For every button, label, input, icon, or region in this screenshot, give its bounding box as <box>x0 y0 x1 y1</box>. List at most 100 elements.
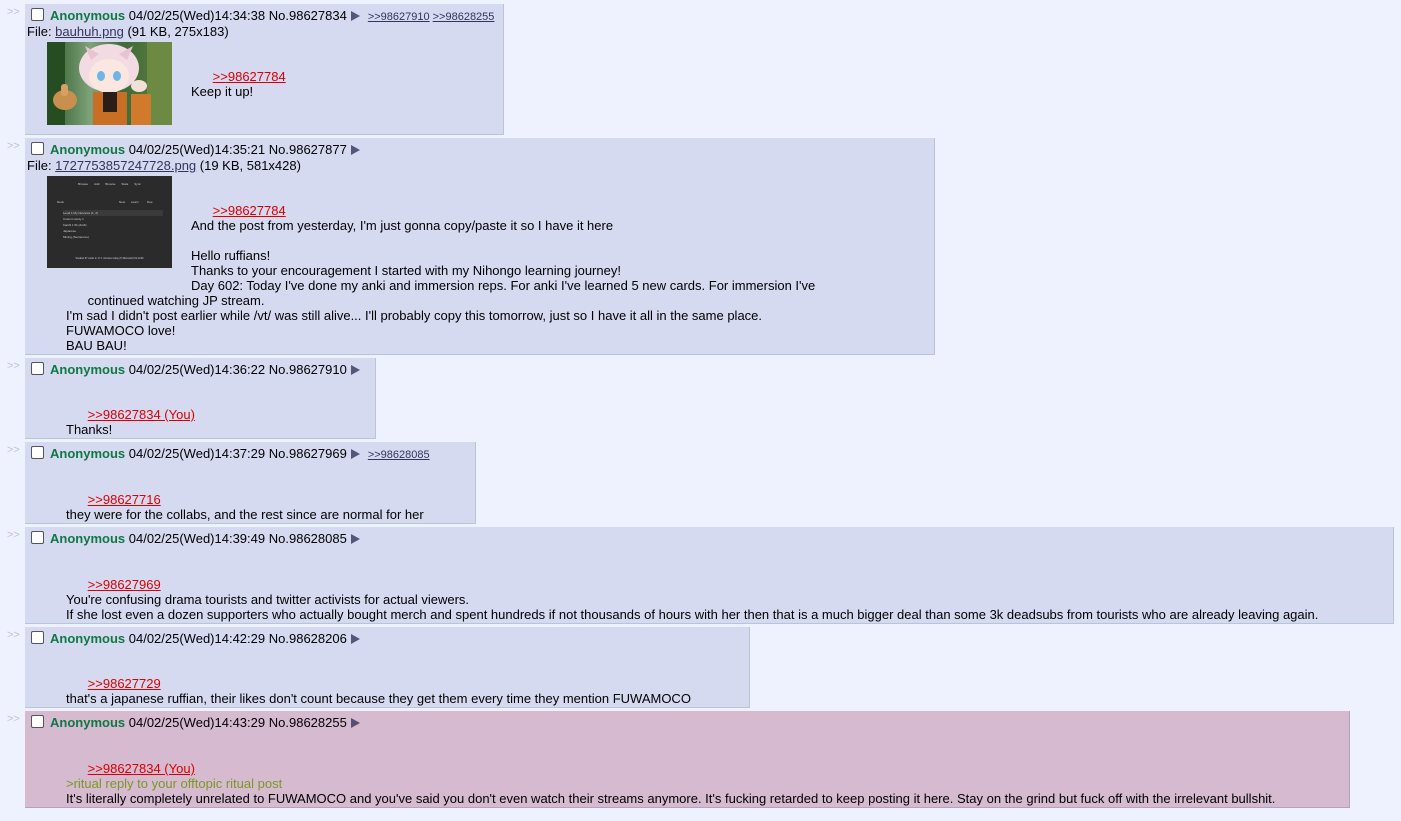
post-thumbnail[interactable]: Browse Add Browse Stats Sync Deck New Learn … <box>47 176 172 268</box>
post-datetime: 04/02/25(Wed)14:43:29 <box>128 715 266 730</box>
post-checkbox[interactable] <box>31 531 44 544</box>
thumb-footer: Studied 87 cards in 17.1 minutes today (… <box>75 257 144 260</box>
post-info: Anonymous 04/02/25(Wed)14:42:29 No.98628… <box>31 630 360 648</box>
post-number[interactable]: No.98627834 <box>269 8 347 23</box>
file-meta: (19 KB, 581x428) <box>196 158 301 173</box>
post-checkbox[interactable] <box>31 715 44 728</box>
post-text-line: that's a japanese ruffian, their likes d… <box>66 691 691 706</box>
side-arrow: >> <box>7 360 20 372</box>
post-menu-arrow-icon[interactable] <box>350 11 360 21</box>
backlink[interactable]: >>98628085 <box>368 449 430 461</box>
side-arrow: >> <box>7 629 20 641</box>
file-info: File: 1727753857247728.png (19 KB, 581x4… <box>27 158 301 173</box>
post-checkbox[interactable] <box>31 142 44 155</box>
thumb-deck-list: Level 1 My Nuances (1, 2) Custom study 1… <box>63 210 163 240</box>
post-thumbnail[interactable] <box>47 42 172 125</box>
poster-name: Anonymous <box>50 362 126 377</box>
quote-link[interactable]: >>98627716 <box>88 492 161 507</box>
post-info: Anonymous 04/02/25(Wed)14:37:29 No.98627… <box>31 445 430 464</box>
post-text-line: You're confusing drama tourists and twit… <box>66 592 470 607</box>
post-body: >>98627969 You're confusing drama tourist… <box>66 562 1318 637</box>
post-menu-arrow-icon[interactable] <box>350 145 360 155</box>
post-datetime: 04/02/25(Wed)14:35:21 <box>128 142 266 157</box>
post-datetime: 04/02/25(Wed)14:42:29 <box>128 631 266 646</box>
poster-name: Anonymous <box>50 446 126 461</box>
reply-box: Anonymous 04/02/25(Wed)14:39:49 No.98628… <box>25 527 1394 624</box>
thumb-col: Deck <box>57 200 64 204</box>
post-datetime: 04/02/25(Wed)14:37:29 <box>128 446 266 461</box>
post-datetime: 04/02/25(Wed)14:34:38 <box>128 8 266 23</box>
post-text-line: It's literally completely unrelated to F… <box>66 791 1276 806</box>
post-text-line: Keep it up! <box>191 84 254 99</box>
post-menu-arrow-icon[interactable] <box>350 449 360 459</box>
poster-name: Anonymous <box>50 631 126 646</box>
file-label: File: <box>27 158 56 173</box>
post-number[interactable]: No.98628206 <box>269 631 347 646</box>
post-text-line: Thanks to your encouragement I started w… <box>191 263 621 278</box>
poster-name: Anonymous <box>50 531 126 546</box>
post-datetime: 04/02/25(Wed)14:39:49 <box>128 531 266 546</box>
post-number[interactable]: No.98628255 <box>269 715 347 730</box>
post-text-line: If she lost even a dozen supporters who … <box>66 607 1319 622</box>
quote-link[interactable]: >>98627784 <box>213 203 286 218</box>
quote-link[interactable]: >>98627834 (You) <box>88 761 195 776</box>
reply-box: Anonymous 04/02/25(Wed)14:37:29 No.98627… <box>25 442 476 524</box>
backlink[interactable]: >>98628255 <box>433 11 495 23</box>
file-link[interactable]: bauhuh.png <box>55 24 124 39</box>
post-checkbox[interactable] <box>31 446 44 459</box>
poster-name: Anonymous <box>50 8 126 23</box>
post-body-wrap: continued watching JP stream. I'm sad I d… <box>66 278 906 368</box>
file-info: File: bauhuh.png (91 KB, 275x183) <box>27 24 229 39</box>
post-text-line: I'm sad I didn't post earlier while /vt/… <box>66 308 763 323</box>
post-body: >>98627834 (You) >ritual reply to your of… <box>66 746 1275 821</box>
post-menu-arrow-icon[interactable] <box>350 365 360 375</box>
thumb-menu-item: Stats <box>121 182 129 186</box>
post-info: Anonymous 04/02/25(Wed)14:35:21 No.98627… <box>31 141 360 159</box>
thumb-col: Learn <box>131 200 139 204</box>
post-checkbox[interactable] <box>31 8 44 21</box>
post-info: Anonymous 04/02/25(Wed)14:43:29 No.98628… <box>31 714 360 732</box>
post-number[interactable]: No.98627969 <box>269 446 347 461</box>
post-text-line: BAU BAU! <box>66 338 127 353</box>
quote-link[interactable]: >>98627729 <box>88 676 161 691</box>
quote-link[interactable]: >>98627784 <box>213 69 286 84</box>
quote-link[interactable]: >>98627969 <box>88 577 161 592</box>
reply-box: Anonymous 04/02/25(Wed)14:36:22 No.98627… <box>25 358 376 439</box>
thumb-menu-item: Browse <box>105 182 116 186</box>
post-checkbox[interactable] <box>31 362 44 375</box>
thumb-menu-item: Browse <box>78 182 89 186</box>
side-arrow: >> <box>7 529 20 541</box>
greentext-line: >ritual reply to your offtopic ritual po… <box>66 776 283 791</box>
post-text-line: FUWAMOCO love! <box>66 323 176 338</box>
post-text-line: Hello ruffians! <box>191 248 271 263</box>
post-datetime: 04/02/25(Wed)14:36:22 <box>128 362 266 377</box>
post-menu-arrow-icon[interactable] <box>350 534 360 544</box>
thumb-columns: Deck New Learn Due <box>57 200 157 204</box>
post-number[interactable]: No.98628085 <box>269 531 347 546</box>
poster-name: Anonymous <box>50 715 126 730</box>
reply-box-highlighted: Anonymous 04/02/25(Wed)14:43:29 No.98628… <box>25 711 1350 808</box>
post-number[interactable]: No.98627877 <box>269 142 347 157</box>
backlink[interactable]: >>98627910 <box>368 11 430 23</box>
file-meta: (91 KB, 275x183) <box>123 24 229 39</box>
post-number[interactable]: No.98627910 <box>269 362 347 377</box>
thumb-menu-item: Sync <box>134 182 141 186</box>
post-menu-arrow-icon[interactable] <box>350 634 360 644</box>
post-text-line: continued watching JP stream. <box>87 293 265 308</box>
side-arrow: >> <box>7 6 20 18</box>
post-menu-arrow-icon[interactable] <box>350 718 360 728</box>
reply-box: Anonymous 04/02/25(Wed)14:42:29 No.98628… <box>25 627 750 708</box>
reply-box: Anonymous 04/02/25(Wed)14:35:21 No.98627… <box>25 138 935 355</box>
quote-link[interactable]: >>98627834 (You) <box>88 407 195 422</box>
file-label: File: <box>27 24 56 39</box>
post-info: Anonymous 04/02/25(Wed)14:39:49 No.98628… <box>31 530 360 548</box>
thumb-col: New <box>119 200 126 204</box>
post-checkbox[interactable] <box>31 631 44 644</box>
post-text-line: Thanks! <box>66 422 113 437</box>
side-arrow: >> <box>7 444 20 456</box>
post-text-line: they were for the collabs, and the rest … <box>66 507 424 522</box>
reply-box: Anonymous 04/02/25(Wed)14:34:38 No.98627… <box>25 4 504 135</box>
post-text-line: And the post from yesterday, I'm just go… <box>191 218 614 233</box>
file-link[interactable]: 1727753857247728.png <box>55 158 196 173</box>
side-arrow: >> <box>7 713 20 725</box>
